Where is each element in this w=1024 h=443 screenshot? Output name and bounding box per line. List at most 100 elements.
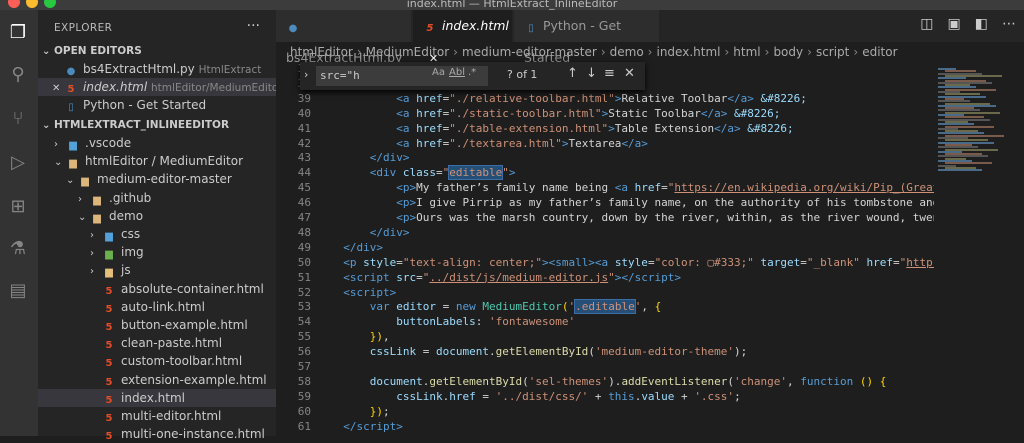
breadcrumb-item[interactable]: demo bbox=[610, 45, 644, 59]
html-icon: 5 bbox=[105, 376, 113, 388]
tree-item[interactable]: › ▆ css bbox=[38, 225, 276, 243]
line-number: 49 bbox=[297, 240, 311, 254]
chevron-down-icon: ⌄ bbox=[42, 46, 51, 57]
open-editor-item[interactable]: ● bs4ExtractHtml.py HtmlExtract bbox=[38, 60, 276, 78]
tab-bar: ●bs4ExtractHtml.py 5 index.html ✕ ▯ Python… bbox=[276, 10, 1024, 65]
line-number: 57 bbox=[297, 360, 311, 373]
tree-item-label: clean-paste.html bbox=[121, 336, 223, 351]
preview-icon[interactable]: ▣ bbox=[948, 16, 961, 32]
regex-icon[interactable]: .* bbox=[468, 67, 476, 78]
tree-item[interactable]: › ▆ .github bbox=[38, 189, 276, 207]
extensions-icon[interactable]: ⊞ bbox=[7, 196, 29, 218]
explorer-title: EXPLORER bbox=[54, 22, 113, 34]
code-line[interactable]: cssLink = document.getElementById('mediu… bbox=[330, 345, 748, 358]
activity-bar: ❐ ⚲ ⑂ ▷ ⊞ ⚗ ▤ bbox=[0, 10, 38, 436]
code-line[interactable]: </div> bbox=[330, 226, 410, 239]
code-line[interactable]: <a href="./table-extension.html">Table E… bbox=[330, 122, 793, 135]
html-icon: 5 bbox=[105, 322, 113, 333]
tab-bs4extracthtml[interactable]: ●bs4ExtractHtml.py bbox=[276, 10, 412, 65]
previous-match-icon[interactable]: ↑ bbox=[567, 66, 578, 81]
whole-word-icon[interactable]: Abl bbox=[449, 67, 465, 78]
tree-item-label: css bbox=[121, 227, 141, 241]
code-line[interactable]: <script> bbox=[330, 286, 396, 299]
open-editors-header[interactable]: ⌄ OPEN EDITORS bbox=[38, 42, 276, 60]
source-control-icon[interactable]: ⑂ bbox=[7, 108, 29, 130]
code-line[interactable]: <a href="./relative-toolbar.html">Relati… bbox=[330, 92, 807, 105]
breadcrumb-item[interactable]: index.html bbox=[656, 45, 720, 59]
remote-explorer-icon[interactable]: ▤ bbox=[7, 280, 29, 302]
tree-item-label: img bbox=[121, 245, 144, 260]
tree-item[interactable]: 5 auto-link.html bbox=[38, 298, 276, 316]
code-line[interactable]: </script> bbox=[330, 420, 403, 433]
files-icon[interactable]: ❐ bbox=[7, 22, 29, 44]
minimap[interactable] bbox=[934, 62, 1024, 436]
code-editor[interactable]: 37 <a href="./nested-editable.h38 <a hre… bbox=[276, 60, 1024, 436]
tree-item[interactable]: 5 button-example.html bbox=[38, 316, 276, 334]
workspace-header[interactable]: ⌄ HTMLEXTRACT_INLINEEDITOR bbox=[38, 116, 276, 134]
tree-item[interactable]: 5 multi-one-instance.html bbox=[38, 425, 276, 443]
folder-icon: ▆ bbox=[69, 140, 77, 151]
code-line[interactable]: <p style="text-align: center;"><small><a… bbox=[330, 256, 979, 269]
code-line[interactable]: <a href="./static-toolbar.html">Static T… bbox=[330, 107, 780, 120]
code-line[interactable]: <script src="../dist/js/medium-editor.js… bbox=[330, 271, 681, 284]
line-number: 61 bbox=[297, 419, 311, 433]
tree-item[interactable]: ⌄ ▆ medium-editor-master bbox=[38, 170, 276, 188]
tree-item[interactable]: › ▆ img bbox=[38, 243, 276, 261]
breadcrumb-item[interactable]: MediumEditor bbox=[366, 45, 450, 59]
search-icon[interactable]: ⚲ bbox=[7, 64, 29, 86]
breadcrumb-item[interactable]: htmlEditor bbox=[290, 45, 353, 59]
open-preview-icon[interactable]: ◫ bbox=[920, 16, 933, 32]
code-line[interactable]: }), bbox=[330, 330, 390, 343]
tab-python-get-started[interactable]: ▯ Python - Get Started bbox=[514, 10, 660, 65]
code-line[interactable]: </div> bbox=[330, 151, 410, 164]
run-debug-icon[interactable]: ▷ bbox=[7, 152, 29, 174]
code-line[interactable]: <p>My father’s family name being <a href… bbox=[330, 181, 985, 194]
breadcrumb-item[interactable]: medium-editor-master bbox=[462, 45, 597, 59]
tree-item[interactable]: 5 index.html bbox=[38, 388, 276, 407]
breadcrumb-item[interactable]: html bbox=[733, 45, 760, 59]
code-line[interactable]: buttonLabels: 'fontawesome' bbox=[330, 315, 575, 328]
tree-item[interactable]: ⌄ ▆ demo bbox=[38, 207, 276, 225]
code-line[interactable]: <p>Ours was the marsh country, down by t… bbox=[330, 211, 985, 224]
html-icon: 5 bbox=[105, 358, 113, 370]
tree-item[interactable]: 5 extension-example.html bbox=[38, 371, 276, 389]
tree-item-label: .github bbox=[109, 190, 152, 205]
next-match-icon[interactable]: ↓ bbox=[586, 66, 597, 81]
breadcrumb-item[interactable]: editor bbox=[862, 45, 897, 59]
tree-item-label: multi-one-instance.html bbox=[121, 427, 265, 442]
line-number: 48 bbox=[297, 225, 311, 239]
breadcrumb-item[interactable]: body bbox=[773, 45, 803, 59]
toggle-replace-icon[interactable]: › bbox=[304, 68, 308, 81]
code-line[interactable]: <div class="editable"> bbox=[330, 165, 515, 181]
code-line[interactable]: var editor = new MediumEditor('.editable… bbox=[330, 299, 661, 315]
split-editor-icon[interactable]: ◧ bbox=[975, 16, 988, 32]
tree-item[interactable]: 5 absolute-container.html bbox=[38, 280, 276, 298]
tree-item[interactable]: 5 clean-paste.html bbox=[38, 334, 276, 352]
tab-index-html[interactable]: 5 index.html ✕ bbox=[413, 10, 513, 65]
match-case-icon[interactable]: Aa bbox=[432, 67, 445, 78]
open-editor-item[interactable]: ✕5index.html htmlEditor/MediumEditor/me.… bbox=[38, 78, 276, 96]
find-in-selection-icon[interactable]: ≡ bbox=[604, 66, 615, 81]
code-line[interactable]: <a href="./textarea.html">Textarea</a> bbox=[330, 137, 648, 150]
breadcrumb-item[interactable]: script bbox=[816, 45, 849, 59]
tree-item-label: js bbox=[121, 263, 131, 278]
tree-item[interactable]: › ▆ .vscode bbox=[38, 134, 276, 152]
code-line[interactable]: document.getElementById('sel-themes').ad… bbox=[330, 375, 887, 388]
tree-item[interactable]: › ▆ js bbox=[38, 261, 276, 279]
code-line[interactable]: }); bbox=[330, 405, 390, 418]
open-editor-item[interactable]: ▯ Python - Get Started bbox=[38, 96, 276, 114]
testing-icon[interactable]: ⚗ bbox=[7, 238, 29, 260]
line-number: 47 bbox=[297, 211, 311, 224]
more-actions-icon[interactable]: ··· bbox=[247, 18, 260, 34]
tree-item[interactable]: 5 multi-editor.html bbox=[38, 407, 276, 425]
more-actions-icon[interactable]: ⋯ bbox=[1002, 16, 1016, 32]
breadcrumb-separator: › bbox=[356, 45, 362, 59]
close-icon[interactable]: ✕ bbox=[52, 80, 64, 96]
close-icon[interactable]: ✕ bbox=[624, 66, 635, 81]
code-line[interactable]: cssLink.href = '../dist/css/' + this.val… bbox=[330, 390, 740, 403]
tree-item[interactable]: 5 custom-toolbar.html bbox=[38, 352, 276, 370]
code-line[interactable]: </div> bbox=[330, 241, 383, 254]
code-line[interactable]: <p>I give Pirrip as my father’s family n… bbox=[330, 196, 985, 209]
tree-item[interactable]: ⌄ ▆ htmlEditor / MediumEditor bbox=[38, 152, 276, 170]
tree-item-label: medium-editor-master bbox=[97, 172, 232, 187]
